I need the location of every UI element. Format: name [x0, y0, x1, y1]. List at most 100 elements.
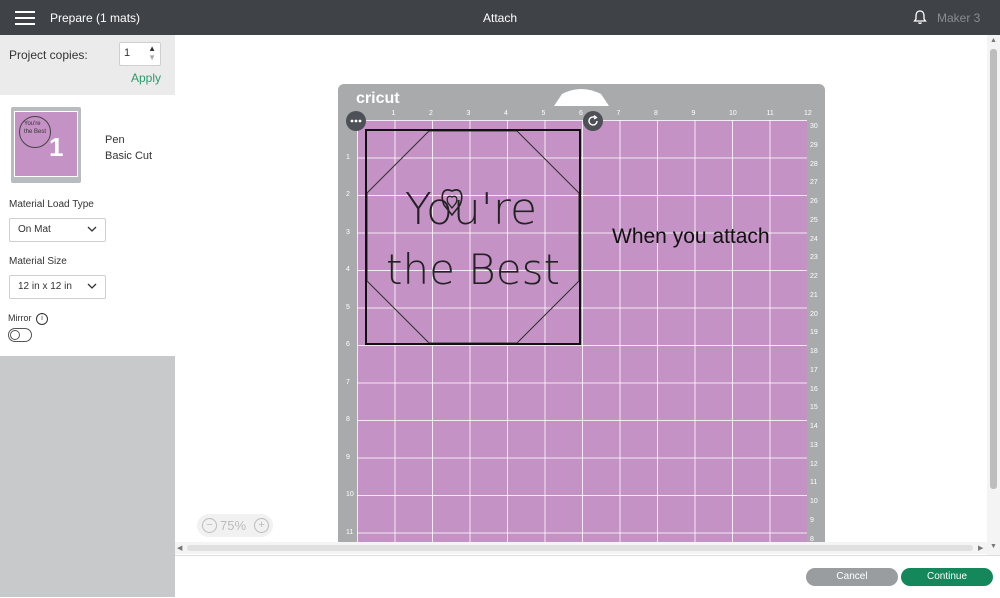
- zoom-level: 75%: [220, 518, 247, 533]
- rotate-icon[interactable]: [583, 111, 603, 131]
- ruler-right-tick: 10: [810, 498, 818, 505]
- ruler-left-tick: 4: [346, 266, 350, 273]
- ruler-left-tick: 11: [346, 528, 354, 536]
- scroll-up-icon[interactable]: ▲: [990, 37, 997, 44]
- scroll-left-icon[interactable]: ◀: [177, 544, 182, 552]
- machine-selector[interactable]: Maker 3: [937, 11, 980, 25]
- apply-button[interactable]: Apply: [131, 71, 161, 85]
- ruler-right-tick: 15: [810, 404, 818, 412]
- ruler-left-tick: 7: [346, 378, 350, 386]
- ruler-top-tick: 10: [729, 110, 737, 117]
- mat-tab-icon: [554, 89, 609, 106]
- ruler-right-tick: 29: [810, 141, 818, 149]
- hamburger-menu-icon[interactable]: [15, 11, 35, 25]
- info-icon[interactable]: i: [36, 313, 48, 325]
- cancel-button[interactable]: Cancel: [806, 568, 898, 586]
- material-size-value: 12 in x 12 in: [18, 281, 72, 292]
- ruler-left-tick: 9: [346, 453, 350, 461]
- ruler-top-tick: 1: [391, 110, 396, 117]
- mat-thumbnail[interactable]: You're the Best 1: [11, 107, 81, 183]
- design-selection[interactable]: You're the Best: [365, 129, 581, 345]
- ruler-right-tick: 28: [810, 160, 818, 168]
- prepare-title: Prepare (1 mats): [50, 11, 141, 25]
- ruler-left-tick: 5: [346, 303, 350, 311]
- zoom-control: − 75% +: [197, 514, 273, 537]
- thumbnail-design-text: You're the Best: [24, 121, 47, 135]
- mat-operations: Pen Basic Cut: [105, 132, 152, 164]
- ruler-left-tick: 3: [346, 228, 350, 236]
- project-copies-value[interactable]: 1: [124, 47, 130, 59]
- ruler-top-tick: 12: [804, 110, 812, 117]
- ruler-top-tick: 3: [466, 110, 471, 117]
- ruler-top-tick: 4: [504, 110, 508, 117]
- ruler-right-tick: 9: [810, 516, 814, 524]
- mat-panel: You're the Best 1 Pen Basic Cut Material…: [0, 95, 175, 356]
- ruler-top-tick: 11: [766, 110, 774, 117]
- scroll-down-icon[interactable]: ▼: [990, 543, 997, 550]
- ruler-top-tick: 2: [429, 110, 433, 117]
- material-load-type-value: On Mat: [18, 224, 51, 235]
- ruler-left-tick: 8: [346, 416, 350, 423]
- stepper-up-icon[interactable]: ▲: [148, 44, 156, 53]
- zoom-in-icon[interactable]: +: [254, 518, 269, 533]
- ruler-right-tick: 20: [810, 310, 818, 318]
- svg-text:You're: You're: [405, 184, 537, 235]
- scroll-right-icon[interactable]: ▶: [978, 544, 983, 552]
- ruler-right-tick: 17: [810, 366, 818, 374]
- ruler-right-tick: 13: [810, 441, 818, 449]
- svg-text:the Best: the Best: [386, 245, 560, 294]
- ruler-top-tick: 5: [541, 110, 546, 117]
- horizontal-scroll-thumb[interactable]: [187, 545, 973, 551]
- material-load-type-select[interactable]: On Mat: [9, 218, 106, 242]
- more-options-icon[interactable]: [346, 111, 366, 131]
- mirror-toggle[interactable]: [8, 328, 32, 342]
- project-copies-panel: Project copies: 1 ▲ ▼ Apply: [0, 35, 175, 95]
- ruler-right-tick: 14: [810, 423, 818, 430]
- ruler-left-tick: 1: [346, 153, 350, 161]
- top-bar: Prepare (1 mats) Attach Maker 3: [0, 0, 1000, 35]
- ruler-right-tick: 18: [810, 348, 818, 355]
- ruler-right-tick: 24: [810, 235, 818, 243]
- ruler-right-tick: 11: [810, 479, 818, 487]
- material-load-type-label: Material Load Type: [9, 199, 94, 210]
- ruler-top-tick: 8: [654, 110, 658, 117]
- material-size-label: Material Size: [9, 256, 67, 267]
- sidebar: Project copies: 1 ▲ ▼ Apply You're the B…: [0, 35, 175, 597]
- cut-label: Basic Cut: [105, 150, 153, 162]
- ruler-left-tick: 6: [346, 341, 350, 348]
- horizontal-scrollbar[interactable]: ◀ ▶: [175, 542, 987, 554]
- ruler-top-tick: 7: [616, 110, 621, 117]
- ruler-right-tick: 23: [810, 254, 818, 262]
- ruler-right-tick: 22: [810, 273, 818, 280]
- page-title: Attach: [482, 11, 518, 25]
- vertical-scrollbar[interactable]: ▲ ▼: [987, 35, 1000, 555]
- ruler-right-tick: 25: [810, 216, 818, 224]
- ruler-right-tick: 19: [810, 329, 818, 337]
- project-copies-stepper[interactable]: 1 ▲ ▼: [119, 42, 161, 66]
- continue-button[interactable]: Continue: [901, 568, 993, 586]
- vertical-scroll-thumb[interactable]: [990, 49, 997, 489]
- material-size-select[interactable]: 12 in x 12 in: [9, 275, 106, 299]
- stepper-down-icon[interactable]: ▼: [148, 53, 156, 62]
- tool-label: Pen: [105, 134, 125, 146]
- ruler-left-tick: 2: [346, 191, 350, 198]
- zoom-out-icon[interactable]: −: [202, 518, 217, 533]
- ruler-top-tick: 9: [691, 110, 696, 117]
- project-copies-label: Project copies:: [9, 48, 88, 62]
- cricut-logo: cricut: [356, 90, 400, 107]
- ruler-right-tick: 26: [810, 198, 818, 205]
- ruler-right-tick: 12: [810, 460, 818, 468]
- chevron-down-icon: [87, 223, 97, 237]
- ruler-right-tick: 30: [810, 123, 818, 130]
- mat-number: 1: [49, 132, 64, 162]
- mirror-label: Mirror: [8, 313, 32, 323]
- ruler-right-tick: 16: [810, 385, 818, 393]
- design-artwork: You're the Best: [366, 130, 580, 344]
- annotation-text: When you attach: [612, 225, 770, 248]
- ruler-right-tick: 27: [810, 179, 818, 187]
- footer-bar: Cancel Continue: [175, 555, 1000, 598]
- ruler-left-tick: 10: [346, 491, 354, 498]
- bell-icon[interactable]: [913, 10, 927, 28]
- chevron-down-icon: [87, 280, 97, 294]
- ruler-right-tick: 21: [810, 291, 818, 299]
